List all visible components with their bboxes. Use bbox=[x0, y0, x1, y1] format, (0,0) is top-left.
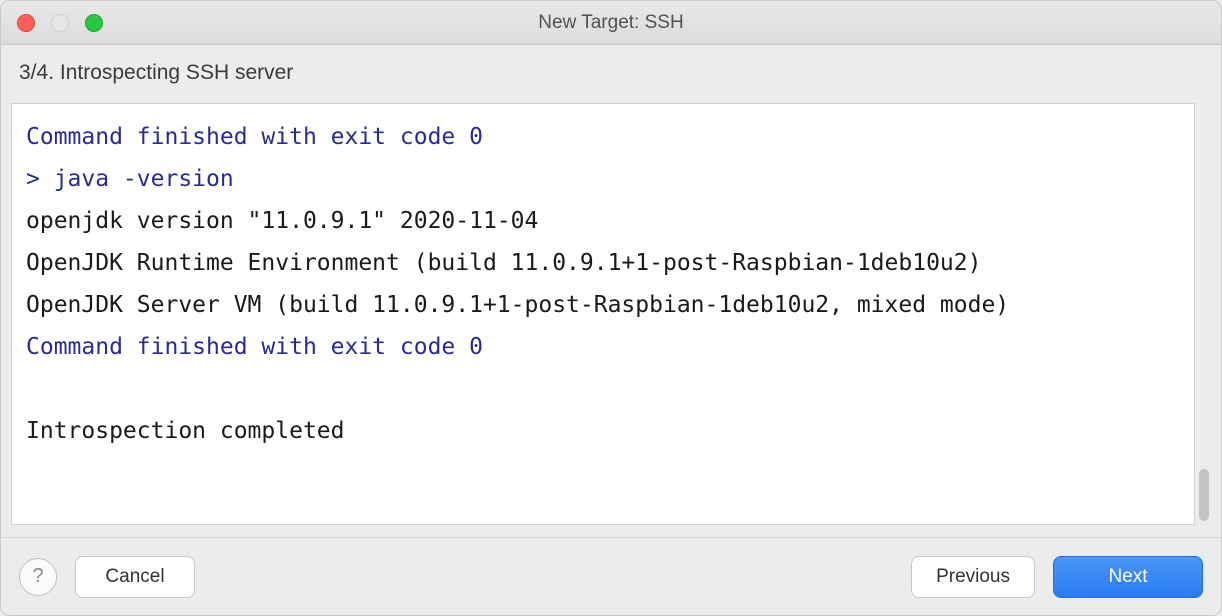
console-line: Command finished with exit code 0 bbox=[26, 124, 483, 150]
previous-button-label: Previous bbox=[936, 566, 1010, 588]
window-title: New Target: SSH bbox=[1, 12, 1221, 34]
maximize-icon[interactable] bbox=[85, 14, 103, 32]
console-line: openjdk version "11.0.9.1" 2020-11-04 bbox=[26, 208, 538, 234]
cancel-button[interactable]: Cancel bbox=[75, 556, 195, 598]
previous-button[interactable]: Previous bbox=[911, 556, 1035, 598]
next-button-label: Next bbox=[1108, 566, 1147, 588]
help-icon: ? bbox=[32, 565, 43, 588]
console-line: OpenJDK Runtime Environment (build 11.0.… bbox=[26, 250, 981, 276]
console-line: Introspection completed bbox=[26, 418, 345, 444]
next-button[interactable]: Next bbox=[1053, 556, 1203, 598]
traffic-lights bbox=[1, 14, 103, 32]
console-line: > java -version bbox=[26, 166, 234, 192]
console-line: Command finished with exit code 0 bbox=[26, 334, 483, 360]
help-button[interactable]: ? bbox=[19, 558, 57, 596]
minimize-icon bbox=[51, 14, 69, 32]
dialog-footer: ? Cancel Previous Next bbox=[1, 537, 1221, 615]
close-icon[interactable] bbox=[17, 14, 35, 32]
console-wrap: Command finished with exit code 0 > java… bbox=[11, 103, 1211, 525]
titlebar: New Target: SSH bbox=[1, 1, 1221, 45]
dialog-window: New Target: SSH 3/4. Introspecting SSH s… bbox=[0, 0, 1222, 616]
step-heading: 3/4. Introspecting SSH server bbox=[1, 45, 1221, 103]
console-output[interactable]: Command finished with exit code 0 > java… bbox=[11, 103, 1195, 525]
scrollbar-thumb[interactable] bbox=[1199, 469, 1209, 521]
console-line: OpenJDK Server VM (build 11.0.9.1+1-post… bbox=[26, 292, 1009, 318]
scrollbar-track[interactable] bbox=[1197, 103, 1211, 525]
cancel-button-label: Cancel bbox=[105, 566, 164, 588]
